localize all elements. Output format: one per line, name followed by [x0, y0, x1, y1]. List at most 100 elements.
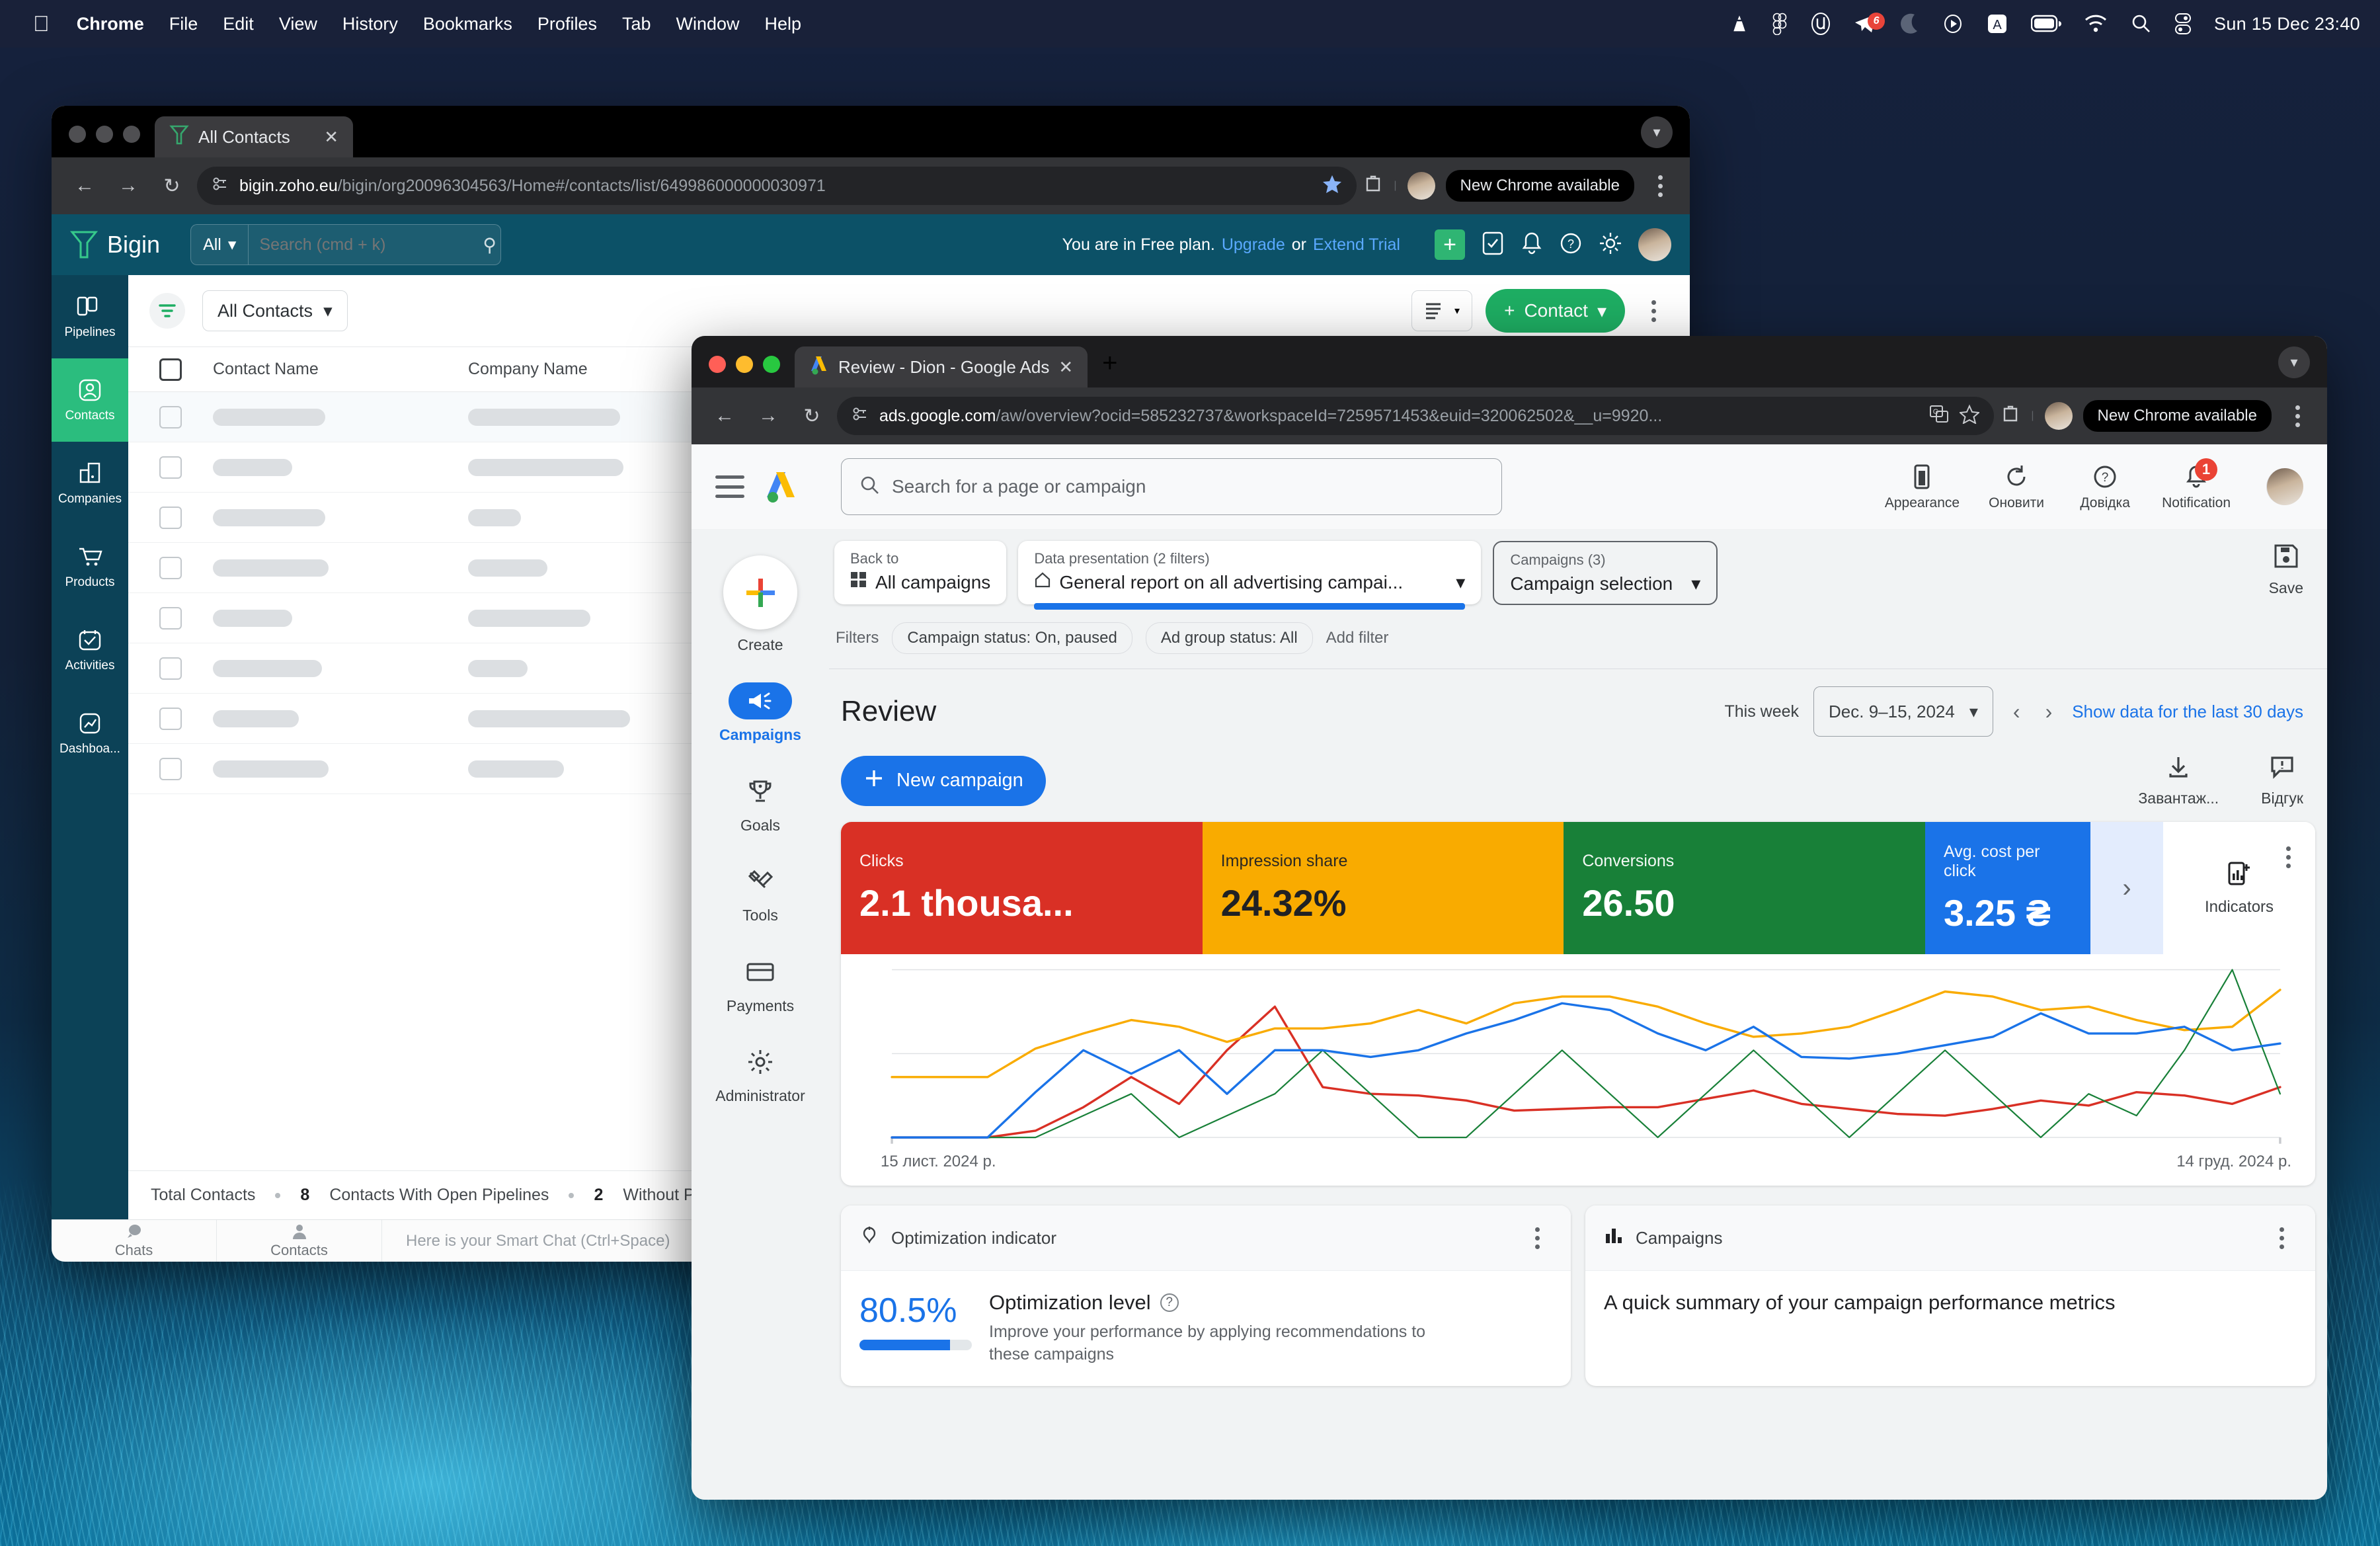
minimize-window-button[interactable] [96, 126, 113, 143]
sidebar-item-products[interactable]: Products [52, 525, 128, 608]
apple-menu-icon[interactable]:  [19, 0, 64, 48]
battery-icon[interactable] [2020, 14, 2073, 34]
data-presentation-selector[interactable]: Data presentation (2 filters) General re… [1018, 541, 1482, 610]
menu-item-file[interactable]: File [157, 0, 211, 48]
chrome-menu-icon[interactable] [1645, 168, 1675, 204]
menu-item-chrome[interactable]: Chrome [64, 0, 157, 48]
translate-icon[interactable]: G [1929, 405, 1949, 428]
close-window-button[interactable] [709, 356, 726, 373]
filter-icon[interactable] [149, 293, 185, 329]
play-circle-icon[interactable] [1931, 13, 1975, 35]
chrome-menu-icon[interactable] [2282, 398, 2313, 434]
menu-item-profiles[interactable]: Profiles [525, 0, 610, 48]
optimization-card-more-icon[interactable] [1522, 1220, 1552, 1256]
select-all-checkbox[interactable] [128, 358, 213, 381]
bigin-search-input[interactable] [249, 235, 483, 255]
checkbox[interactable] [159, 556, 182, 579]
maximize-window-button[interactable] [763, 356, 780, 373]
notification-bell-icon[interactable] [1521, 231, 1543, 259]
sidebar-item-pipelines[interactable]: Pipelines [52, 275, 128, 358]
appearance-button[interactable]: Appearance [1885, 462, 1960, 511]
new-chrome-available-chip[interactable]: New Chrome available [1445, 170, 1634, 202]
refresh-button[interactable]: Оновити [1985, 462, 2048, 511]
sidebar-item-activities[interactable]: Activities [52, 608, 128, 692]
telegram-icon[interactable]: 6 [1843, 13, 1889, 35]
checkbox[interactable] [159, 405, 182, 428]
menu-item-edit[interactable]: Edit [210, 0, 266, 48]
sidebar-item-tools[interactable]: Tools [692, 848, 829, 938]
row-checkbox[interactable] [128, 707, 213, 730]
menu-item-history[interactable]: History [330, 0, 411, 48]
utorrent-icon[interactable] [1799, 12, 1843, 36]
bigin-tab[interactable]: All Contacts ✕ [155, 116, 353, 157]
kpi-card-clicks[interactable]: Clicks 2.1 thousa... [841, 822, 1203, 954]
maximize-window-button[interactable] [123, 126, 140, 143]
chevron-down-icon[interactable]: ▾ [1691, 573, 1700, 594]
download-button[interactable]: Завантаж... [2138, 754, 2219, 807]
moon-icon[interactable] [1889, 13, 1931, 35]
minimize-window-button[interactable] [736, 356, 753, 373]
menu-hamburger-icon[interactable] [715, 475, 744, 498]
reload-icon[interactable]: ↻ [153, 167, 190, 204]
close-window-button[interactable] [69, 126, 86, 143]
tab-search-chevron-icon[interactable]: ▾ [2278, 346, 2310, 378]
filter-chip-campaign-status[interactable]: Campaign status: On, paused [892, 622, 1132, 654]
new-campaign-button[interactable]: New campaign [841, 755, 1046, 806]
row-checkbox[interactable] [128, 606, 213, 630]
figma-icon[interactable] [1761, 13, 1799, 35]
checkbox[interactable] [159, 506, 182, 529]
upgrade-link[interactable]: Upgrade [1222, 235, 1285, 255]
control-center-icon[interactable] [2162, 13, 2203, 35]
chrome-profile-avatar[interactable] [1407, 172, 1435, 200]
bigin-user-avatar[interactable] [1638, 228, 1671, 261]
indicators-button[interactable]: Indicators [2163, 822, 2315, 954]
filter-chip-ad-group-status[interactable]: Ad group status: All [1145, 622, 1313, 654]
bookmark-star-icon[interactable] [1322, 174, 1342, 198]
smart-chat-tab-chats[interactable]: Chats [52, 1220, 217, 1262]
row-checkbox[interactable] [128, 657, 213, 680]
vlc-icon[interactable] [1718, 13, 1761, 35]
chrome-profile-avatar[interactable] [2044, 402, 2073, 430]
back-icon[interactable]: ← [706, 397, 743, 434]
checkbox[interactable] [159, 657, 182, 680]
kpi-card-conversions[interactable]: Conversions 26.50 [1564, 822, 1926, 954]
save-button[interactable]: Save [2269, 542, 2303, 597]
menu-item-bookmarks[interactable]: Bookmarks [411, 0, 525, 48]
notification-button[interactable]: 1 Notification [2162, 458, 2231, 511]
menu-item-tab[interactable]: Tab [610, 0, 664, 48]
sidebar-item-payments[interactable]: Payments [692, 939, 829, 1029]
kpi-card-avg-cpc[interactable]: Avg. cost per click 3.25 ₴ [1925, 822, 2091, 954]
sidebar-item-companies[interactable]: Companies [52, 442, 128, 525]
checkbox[interactable] [159, 707, 182, 730]
site-settings-icon[interactable] [212, 175, 229, 197]
row-checkbox[interactable] [128, 757, 213, 780]
close-tab-icon[interactable]: ✕ [324, 127, 338, 147]
smart-chat-input[interactable]: Here is your Smart Chat (Ctrl+Space) [382, 1232, 670, 1250]
sidebar-item-dashboards[interactable]: Dashboa... [52, 692, 128, 775]
bigin-logo[interactable]: Bigin [69, 230, 160, 259]
column-header-contact-name[interactable]: Contact Name [213, 360, 468, 379]
wifi-icon[interactable] [2073, 14, 2119, 34]
ads-search-box[interactable]: Search for a page or campaign [841, 458, 1502, 515]
bigin-search-scope[interactable]: All ▾ [191, 225, 249, 264]
new-tab-button[interactable]: + [1088, 348, 1132, 387]
row-checkbox[interactable] [128, 405, 213, 428]
checkbox[interactable] [159, 358, 182, 381]
forward-icon[interactable]: → [110, 167, 147, 204]
bookmark-star-icon[interactable] [1958, 404, 1981, 428]
tab-search-chevron-icon[interactable]: ▾ [1641, 116, 1673, 148]
extensions-icon[interactable] [1363, 175, 1383, 198]
back-icon[interactable]: ← [66, 167, 103, 204]
row-checkbox[interactable] [128, 456, 213, 479]
ads-traffic-lights[interactable] [692, 356, 795, 387]
kpi-next-arrow-icon[interactable]: › [2090, 822, 2164, 954]
add-button[interactable]: + [1435, 229, 1465, 260]
tasks-icon[interactable] [1481, 231, 1505, 259]
menu-item-view[interactable]: View [266, 0, 330, 48]
bigin-omnibox[interactable]: bigin.zoho.eu/bigin/org20096304563/Home#… [197, 167, 1357, 205]
menu-item-help[interactable]: Help [752, 0, 814, 48]
kpi-card-impression-share[interactable]: Impression share 24.32% [1202, 822, 1564, 954]
list-view-button[interactable]: ▾ [1411, 290, 1473, 331]
smart-chat-tab-contacts[interactable]: Contacts [217, 1220, 382, 1262]
back-to-all-campaigns-selector[interactable]: Back to All campaigns [834, 541, 1007, 604]
